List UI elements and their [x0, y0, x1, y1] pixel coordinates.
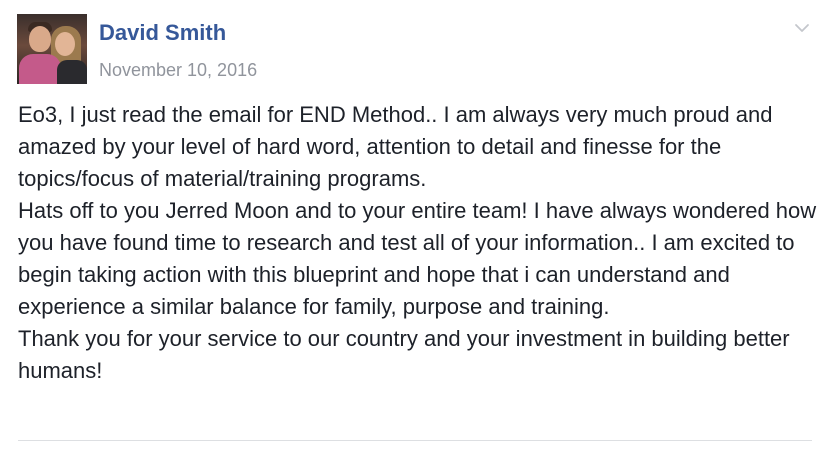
avatar[interactable]: [17, 14, 87, 84]
post-header: David Smith November 10, 2016: [17, 14, 257, 84]
post-date-link[interactable]: November 10, 2016: [99, 59, 257, 81]
post-paragraph: Eo3, I just read the email for END Metho…: [18, 102, 773, 191]
post-paragraph: Hats off to you Jerred Moon and to your …: [18, 198, 817, 319]
post-paragraph: Thank you for your service to our countr…: [18, 326, 790, 383]
post-card: David Smith November 10, 2016 Eo3, I jus…: [0, 0, 832, 450]
author-name-link[interactable]: David Smith: [99, 20, 257, 46]
post-meta: David Smith November 10, 2016: [99, 14, 257, 81]
post-body: Eo3, I just read the email for END Metho…: [18, 99, 818, 387]
divider: [18, 440, 812, 441]
chevron-down-icon[interactable]: [794, 20, 810, 36]
